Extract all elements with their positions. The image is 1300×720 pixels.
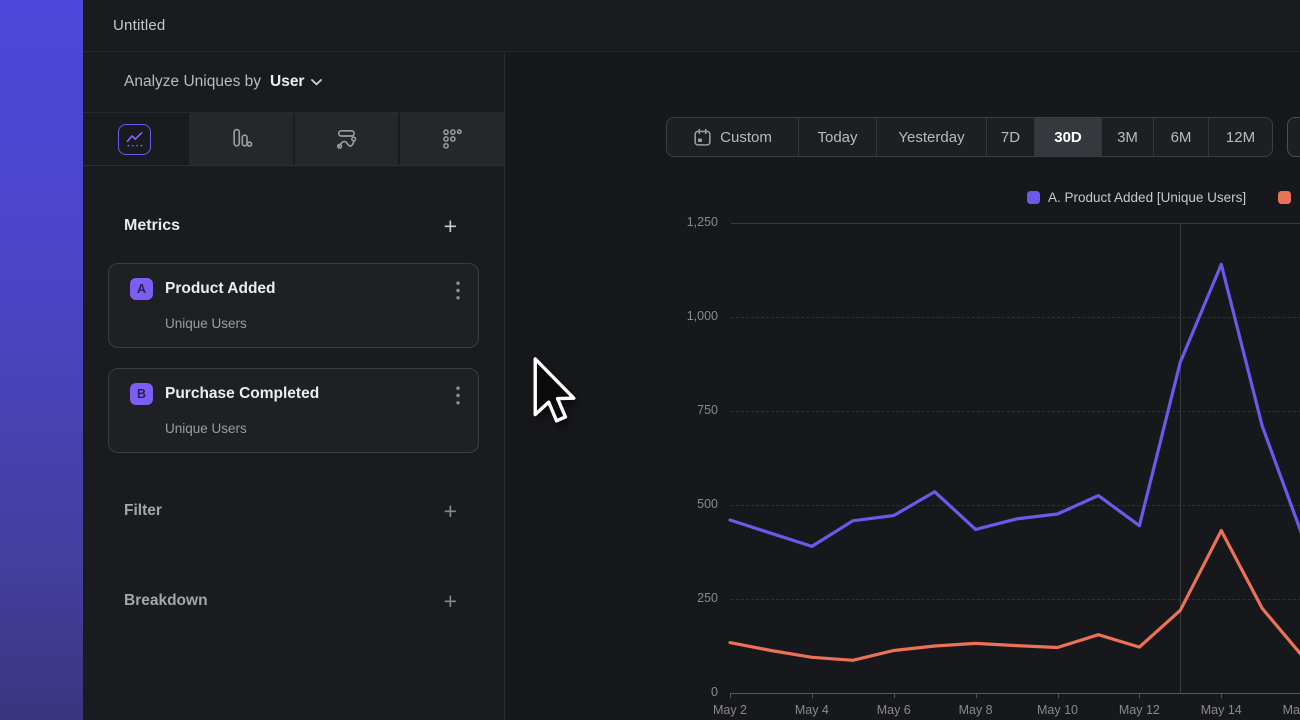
x-axis-label: May 10 <box>1028 703 1088 717</box>
metrics-title: Metrics <box>124 217 180 235</box>
funnels-bars-icon <box>229 127 253 151</box>
metric-subtitle: Unique Users <box>165 316 247 331</box>
x-axis-label: May 6 <box>864 703 924 717</box>
filter-header: Filter + <box>124 502 457 520</box>
add-breakdown-button[interactable]: + <box>444 592 457 610</box>
metrics-header: Metrics + <box>124 217 457 235</box>
line-chart <box>730 223 1300 698</box>
range-3m[interactable]: 3M <box>1101 118 1153 156</box>
metric-badge-b: B <box>130 383 153 405</box>
series-line-a <box>730 264 1300 546</box>
analyze-by-label: Analyze Uniques by <box>124 73 261 91</box>
add-filter-button[interactable]: + <box>444 502 457 520</box>
title-bar: Untitled <box>83 0 1300 52</box>
metric-options-kebab-icon[interactable] <box>452 382 464 412</box>
range-today[interactable]: Today <box>798 118 876 156</box>
range-30d[interactable]: 30D <box>1034 118 1101 156</box>
report-title[interactable]: Untitled <box>113 17 165 34</box>
range-7d[interactable]: 7D <box>986 118 1034 156</box>
tab-flows[interactable] <box>293 113 399 165</box>
calendar-icon <box>693 128 712 147</box>
metric-options-kebab-icon[interactable] <box>452 277 464 307</box>
y-axis-label: 250 <box>658 591 718 605</box>
range-12m[interactable]: 12M <box>1208 118 1272 156</box>
metric-name: Product Added <box>165 280 276 298</box>
metric-badge-a: A <box>130 278 153 300</box>
date-range-segmented-control: Custom Today Yesterday 7D 30D 3M 6M 12M <box>666 117 1273 157</box>
y-axis-label: 1,000 <box>658 309 718 323</box>
breakdown-header: Breakdown + <box>124 592 457 610</box>
legend-label-a: A. Product Added [Unique Users] <box>1048 190 1246 205</box>
app-window: Untitled Analyze Uniques by User <box>83 0 1300 720</box>
analyze-by-row: Analyze Uniques by User <box>83 52 504 113</box>
metric-card-a[interactable]: A Product Added Unique Users <box>108 263 479 348</box>
filter-title: Filter <box>124 502 162 520</box>
legend-item-b[interactable]: B. Purchase Completed [Unique Users] <box>1278 190 1300 205</box>
y-axis-label: 0 <box>658 685 718 699</box>
y-axis-label: 750 <box>658 403 718 417</box>
tab-retention[interactable] <box>398 113 504 165</box>
x-axis-label: May 16 <box>1273 703 1300 717</box>
retention-dots-icon <box>440 127 464 151</box>
metric-card-b[interactable]: B Purchase Completed Unique Users <box>108 368 479 453</box>
metric-name: Purchase Completed <box>165 385 319 403</box>
y-axis-label: 500 <box>658 497 718 511</box>
x-axis-label: May 12 <box>1109 703 1169 717</box>
decorative-gradient-strip <box>0 0 83 720</box>
range-yesterday[interactable]: Yesterday <box>876 118 986 156</box>
analyze-by-select[interactable]: User <box>270 73 322 91</box>
range-custom[interactable]: Custom <box>667 118 798 156</box>
chart-panel: Custom Today Yesterday 7D 30D 3M 6M 12M … <box>505 52 1300 720</box>
x-axis-label: May 2 <box>700 703 760 717</box>
chart-type-tabstrip <box>83 113 504 166</box>
chevron-down-icon <box>311 79 322 86</box>
flows-waves-icon <box>334 127 358 151</box>
legend-swatch-b <box>1278 191 1291 204</box>
legend-item-a[interactable]: A. Product Added [Unique Users] <box>1027 190 1246 205</box>
tab-insights-line[interactable] <box>83 113 187 165</box>
analyze-by-value: User <box>270 73 304 91</box>
insights-line-chart-icon <box>118 124 151 155</box>
x-axis-label: May 14 <box>1191 703 1251 717</box>
x-axis-label: May 4 <box>782 703 842 717</box>
add-metric-button[interactable]: + <box>444 217 457 235</box>
x-axis-label: May 8 <box>946 703 1006 717</box>
sidebar: Analyze Uniques by User <box>83 52 505 720</box>
legend-swatch-a <box>1027 191 1040 204</box>
compare-button[interactable]: Compare <box>1287 117 1300 157</box>
range-6m[interactable]: 6M <box>1153 118 1208 156</box>
metric-subtitle: Unique Users <box>165 421 247 436</box>
y-axis-label: 1,250 <box>658 215 718 229</box>
screenshot-stage: Untitled Analyze Uniques by User <box>0 0 1300 720</box>
series-line-b <box>730 531 1300 661</box>
breakdown-title: Breakdown <box>124 592 208 610</box>
mouse-cursor-arrow <box>533 357 578 425</box>
tab-funnels[interactable] <box>187 113 293 165</box>
